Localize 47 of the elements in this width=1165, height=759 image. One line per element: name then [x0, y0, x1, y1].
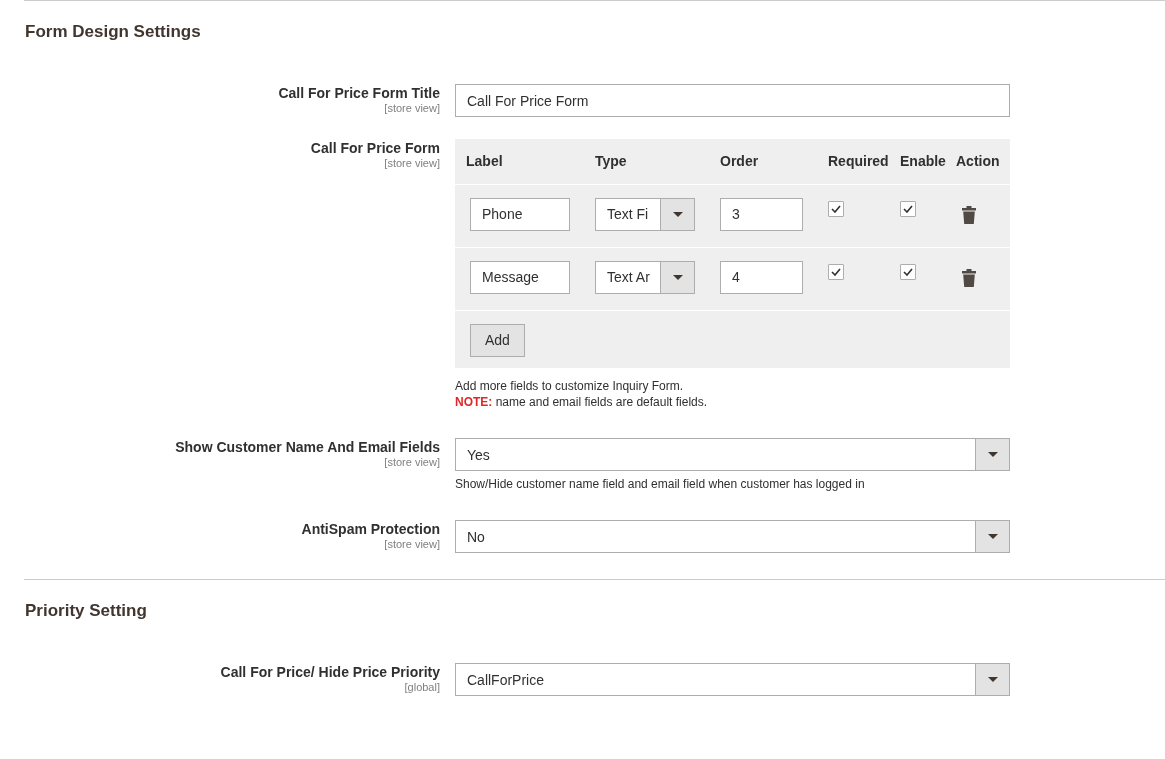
order-input[interactable]: 4	[720, 260, 803, 294]
checkbox[interactable]	[900, 263, 916, 280]
scope-text: [store view]	[384, 102, 440, 115]
caret-icon	[987, 677, 998, 682]
field-note: Show/Hide customer name field and email field when customer has logged in	[455, 476, 866, 492]
scope-text: [global]	[404, 681, 440, 694]
check-icon	[831, 267, 841, 276]
trash-icon[interactable]	[962, 268, 976, 287]
trash-icon[interactable]	[962, 205, 976, 224]
column-header: Required	[828, 153, 889, 170]
scope-text: [store view]	[384, 538, 440, 551]
scope-text: [store view]	[384, 456, 440, 469]
section-title: Priority Setting	[25, 601, 147, 621]
checkbox[interactable]	[828, 263, 844, 280]
select-field[interactable]: Yes	[455, 438, 1010, 471]
section-title: Form Design Settings	[25, 22, 201, 42]
label-input[interactable]: Phone	[470, 197, 570, 231]
type-select[interactable]: Text Ar	[595, 260, 695, 294]
select-field[interactable]: CallForPrice	[455, 663, 1010, 696]
text-input[interactable]: Call For Price Form	[455, 84, 1010, 117]
caret-icon	[672, 211, 683, 217]
field-note: NOTE: name and email fields are default fields.	[455, 394, 709, 410]
caret-icon	[987, 534, 998, 539]
order-input[interactable]: 3	[720, 197, 803, 231]
scope-text: [store view]	[384, 157, 440, 170]
checkbox[interactable]	[828, 200, 844, 217]
check-icon	[903, 267, 913, 276]
check-icon	[831, 204, 841, 213]
field-label: Show Customer Name And Email Fields	[175, 438, 440, 456]
check-icon	[903, 204, 913, 213]
column-header: Label	[466, 153, 503, 170]
column-header: Order	[720, 153, 759, 170]
type-select[interactable]: Text Fi	[595, 197, 695, 231]
field-label: Call For Price/ Hide Price Priority	[220, 663, 440, 681]
column-header: Action	[956, 153, 1000, 170]
field-label: Call For Price Form	[310, 139, 440, 157]
caret-icon	[672, 274, 683, 280]
add-button[interactable]: Add	[470, 323, 525, 357]
caret-icon	[987, 452, 998, 457]
column-header: Type	[595, 153, 627, 170]
field-label: AntiSpam Protection	[301, 520, 440, 538]
column-header: Enable	[900, 153, 946, 170]
field-label: Call For Price Form Title	[278, 84, 440, 102]
checkbox[interactable]	[900, 200, 916, 217]
select-field[interactable]: No	[455, 520, 1010, 553]
label-input[interactable]: Message	[470, 260, 570, 294]
field-note: Add more fields to customize Inquiry Form.	[455, 378, 685, 394]
